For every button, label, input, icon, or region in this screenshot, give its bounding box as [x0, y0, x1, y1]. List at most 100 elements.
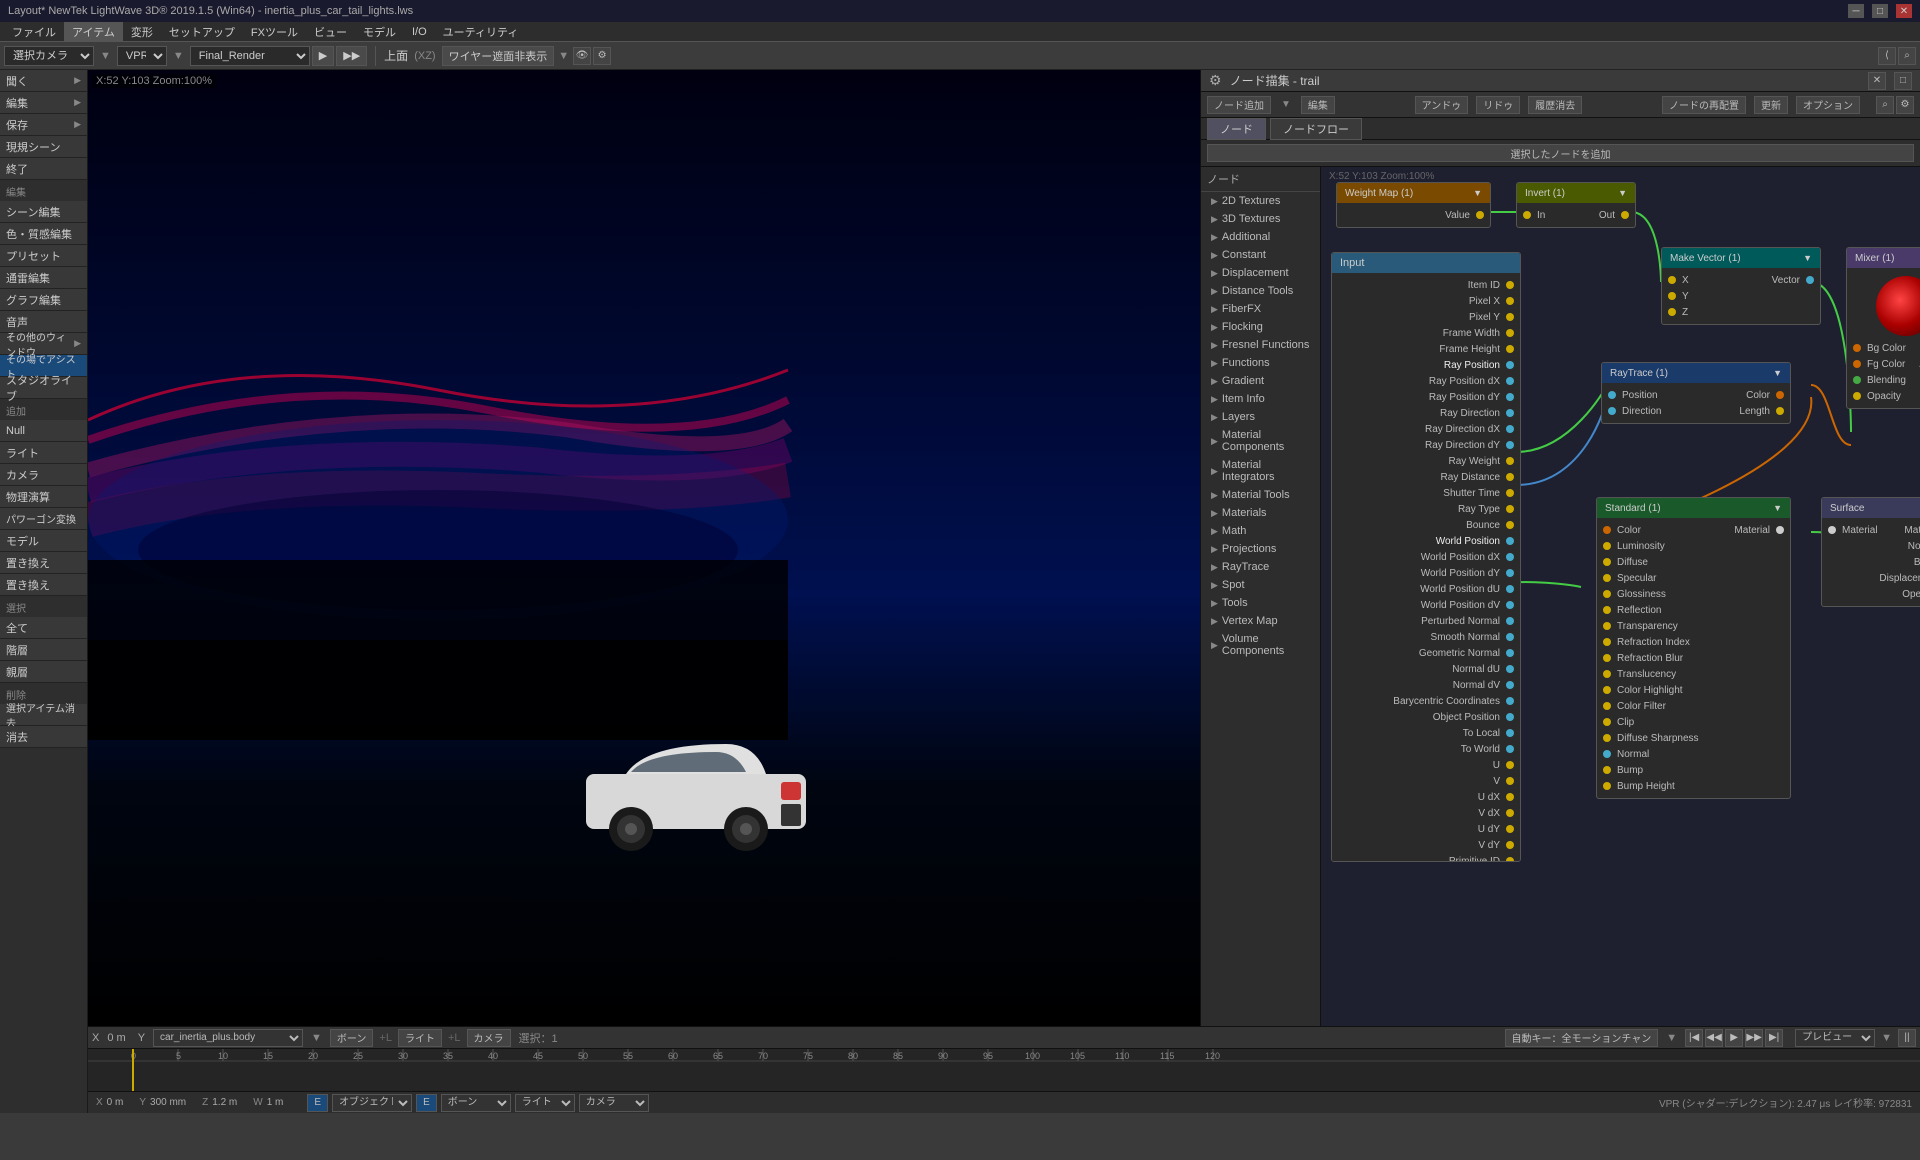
cat-displacement[interactable]: ▶ Displacement [1201, 264, 1320, 282]
cat-iteminfo[interactable]: ▶ Item Info [1201, 390, 1320, 408]
cat-spot[interactable]: ▶ Spot [1201, 576, 1320, 594]
search-icon2[interactable]: ⌕ [1876, 96, 1894, 114]
next-frame-btn[interactable]: ▶| [1765, 1029, 1783, 1047]
close-node-btn[interactable]: ✕ [1868, 72, 1886, 90]
node-assign-btn[interactable]: ノードの再配置 [1662, 96, 1746, 114]
prev-icon[interactable]: ⟨ [1878, 47, 1896, 65]
tab-node[interactable]: ノード [1207, 118, 1266, 140]
cat-math[interactable]: ▶ Math [1201, 522, 1320, 540]
light-btn[interactable]: ライト [0, 442, 87, 464]
obj-type-select[interactable]: オブジェクト [332, 1094, 412, 1112]
cat-matcomp[interactable]: ▶ Material Components [1201, 426, 1320, 456]
weight-map-node[interactable]: Weight Map (1) ▼ Value [1336, 182, 1491, 228]
standard-node[interactable]: Standard (1) ▼ Color Material [1596, 497, 1791, 799]
mixer-header[interactable]: Mixer (1) ▼ [1847, 248, 1920, 268]
save-btn[interactable]: 保存▶ [0, 114, 87, 136]
keyframe-auto-btn[interactable]: 自動キー：全モーションチャン [1505, 1029, 1659, 1047]
cat-mattools[interactable]: ▶ Material Tools [1201, 486, 1320, 504]
mixer-node[interactable]: Mixer (1) ▼ Bg Color Color [1846, 247, 1920, 409]
invert-arrow[interactable]: ▼ [1618, 188, 1627, 198]
model-btn[interactable]: モデル [0, 530, 87, 552]
cat-distance[interactable]: ▶ Distance Tools [1201, 282, 1320, 300]
bone-btn[interactable]: ボーン [330, 1029, 374, 1047]
render-btn[interactable]: ▶ [312, 46, 334, 66]
surface-node[interactable]: Surface ▼ Material Material [1821, 497, 1920, 607]
cat-additional[interactable]: ▶ Additional [1201, 228, 1320, 246]
cat-projections[interactable]: ▶ Projections [1201, 540, 1320, 558]
weight-map-node-header[interactable]: Weight Map (1) ▼ [1337, 183, 1490, 203]
raytrace-node[interactable]: RayTrace (1) ▼ Position Color [1601, 362, 1791, 424]
node-canvas[interactable]: X:52 Y:103 Zoom:100% [1321, 167, 1920, 1026]
minimize-button[interactable]: ─ [1848, 4, 1864, 18]
play-btn[interactable]: ▶ [1725, 1029, 1743, 1047]
cat-vertexmap[interactable]: ▶ Vertex Map [1201, 612, 1320, 630]
cat-layers[interactable]: ▶ Layers [1201, 408, 1320, 426]
graph-btn[interactable]: グラフ編集 [0, 289, 87, 311]
eye-icon[interactable]: 👁 [573, 47, 591, 65]
replace-btn[interactable]: 置き換え [0, 552, 87, 574]
e-label2[interactable]: E [416, 1094, 437, 1112]
color-edit-btn[interactable]: 色・質感編集 [0, 223, 87, 245]
make-vector-header[interactable]: Make Vector (1) ▼ [1662, 248, 1820, 268]
menu-model[interactable]: モデル [355, 22, 404, 42]
weight-map-arrow[interactable]: ▼ [1473, 188, 1482, 198]
expand-node-btn[interactable]: □ [1894, 72, 1912, 90]
update-btn[interactable]: 更新 [1754, 96, 1788, 114]
cat-flocking[interactable]: ▶ Flocking [1201, 318, 1320, 336]
del-btn[interactable]: 消去 [0, 726, 87, 748]
menu-file[interactable]: ファイル [4, 22, 64, 42]
e-label[interactable]: E [307, 1094, 328, 1112]
menu-setup[interactable]: セットアップ [161, 22, 243, 42]
physics-btn[interactable]: 物理演算 [0, 486, 87, 508]
del-selected-btn[interactable]: 選択アイテム消去 [0, 704, 87, 726]
scene-btn[interactable]: 現規シーン [0, 136, 87, 158]
null-btn[interactable]: Null [0, 420, 87, 442]
vpr-select[interactable]: VPR [117, 46, 167, 66]
quit-btn[interactable]: 終了 [0, 158, 87, 180]
render-btn2[interactable]: ▶▶ [336, 46, 367, 66]
camera-type-select[interactable]: カメラ [579, 1094, 649, 1112]
input-node-header[interactable]: Input [1332, 253, 1520, 273]
menu-utility[interactable]: ユーティリティ [435, 22, 527, 42]
tab-nodeflow[interactable]: ノードフロー [1270, 118, 1362, 140]
cat-raytrace[interactable]: ▶ RayTrace [1201, 558, 1320, 576]
item-select[interactable]: car_inertia_plus.body [153, 1029, 303, 1047]
settings-icon[interactable]: ⚙ [593, 47, 611, 65]
menu-fxtool[interactable]: FXツール [243, 22, 306, 42]
cat-fresnel[interactable]: ▶ Fresnel Functions [1201, 336, 1320, 354]
make-vector-node[interactable]: Make Vector (1) ▼ X Vector [1661, 247, 1821, 325]
menu-transform[interactable]: 変形 [123, 22, 161, 42]
camera-btn[interactable]: カメラ [467, 1029, 511, 1047]
options-btn[interactable]: オプション [1796, 96, 1860, 114]
cat-constant[interactable]: ▶ Constant [1201, 246, 1320, 264]
parent-btn[interactable]: 親層 [0, 661, 87, 683]
undo-btn[interactable]: アンドゥ [1415, 96, 1469, 114]
window-controls[interactable]: ─ □ ✕ [1848, 4, 1912, 18]
viewport[interactable]: X:52 Y:103 Zoom:100% [88, 70, 1200, 1026]
menu-io[interactable]: I/O [404, 24, 435, 40]
edit-btn[interactable]: 編集▶ [0, 92, 87, 114]
input-node[interactable]: Input Item ID Pixel X Pixel Y Frame Widt… [1331, 252, 1521, 862]
raytrace-header[interactable]: RayTrace (1) ▼ [1602, 363, 1790, 383]
redo-btn[interactable]: リドゥ [1476, 96, 1520, 114]
cat-matint[interactable]: ▶ Material Integrators [1201, 456, 1320, 486]
node-add-btn[interactable]: ノード追加 [1207, 96, 1271, 114]
node-edit-btn[interactable]: 編集 [1301, 96, 1335, 114]
cat-2d[interactable]: ▶ 2D Textures [1201, 192, 1320, 210]
cat-fiberfx[interactable]: ▶ FiberFX [1201, 300, 1320, 318]
surface-header[interactable]: Surface ▼ [1822, 498, 1920, 518]
pause-btn[interactable]: || [1898, 1029, 1916, 1047]
play-next-btn[interactable]: ▶▶ [1745, 1029, 1763, 1047]
add-selected-node-btn[interactable]: 選択したノードを追加 [1207, 144, 1914, 162]
scene-edit-btn[interactable]: シーン編集 [0, 201, 87, 223]
timeline-track[interactable]: 0 5 10 15 20 25 30 35 40 45 50 55 60 65 … [88, 1049, 1920, 1091]
preview-select[interactable]: プレビュー [1795, 1029, 1875, 1047]
powergon-btn[interactable]: パワーゴン変換 [0, 508, 87, 530]
all-btn[interactable]: 全て [0, 617, 87, 639]
invert-node-header[interactable]: Invert (1) ▼ [1517, 183, 1635, 203]
light-type-select[interactable]: ライト [515, 1094, 575, 1112]
prev-frame-btn[interactable]: |◀ [1685, 1029, 1703, 1047]
navigate-btn[interactable]: 通雷編集 [0, 267, 87, 289]
studio-btn[interactable]: スタジオライブ [0, 377, 87, 399]
menu-view[interactable]: ビュー [306, 22, 355, 42]
